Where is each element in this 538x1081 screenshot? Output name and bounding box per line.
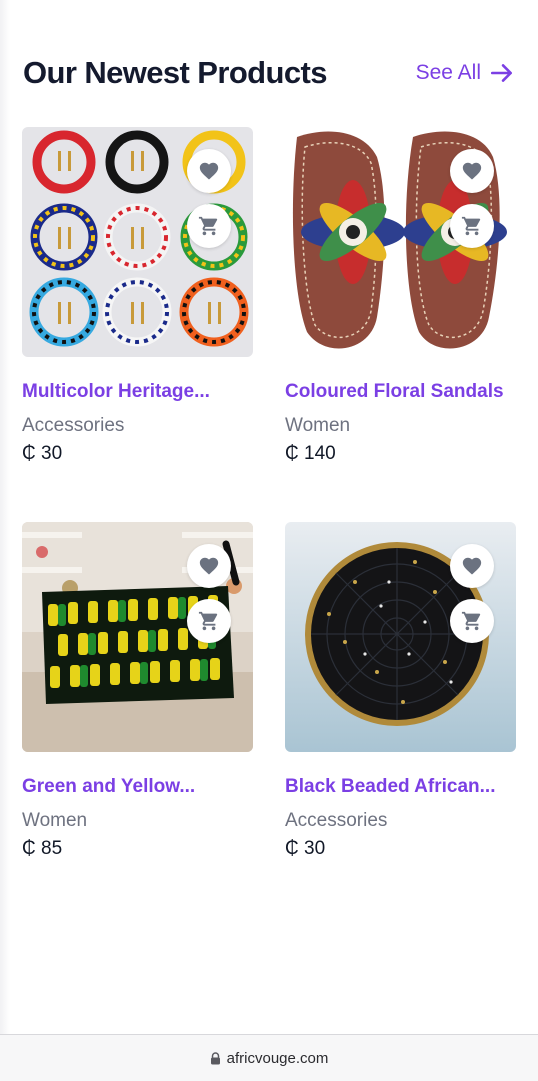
product-name[interactable]: Multicolor Heritage... bbox=[22, 381, 253, 403]
product-image-necklaces[interactable] bbox=[22, 127, 253, 357]
add-to-cart-button[interactable] bbox=[450, 204, 494, 248]
heart-icon bbox=[199, 557, 219, 575]
product-price: ₵ 30 bbox=[22, 443, 63, 464]
wishlist-button[interactable] bbox=[187, 149, 231, 193]
see-all-link[interactable]: See All bbox=[416, 60, 515, 86]
product-image-bowl[interactable] bbox=[285, 522, 516, 752]
heart-icon bbox=[462, 557, 482, 575]
url-text: africvouge.com bbox=[226, 1049, 329, 1067]
cart-icon bbox=[198, 611, 218, 631]
product-card[interactable]: Multicolor Heritage... Accessories ₵ 30 bbox=[22, 127, 253, 465]
heart-icon bbox=[199, 162, 219, 180]
heart-icon bbox=[462, 162, 482, 180]
cart-icon bbox=[198, 216, 218, 236]
product-card[interactable]: Coloured Floral Sandals Women ₵ 140 bbox=[285, 127, 516, 465]
product-category: Women bbox=[285, 415, 351, 436]
product-name[interactable]: Black Beaded African... bbox=[285, 776, 516, 798]
section-header: Our Newest Products See All bbox=[23, 50, 515, 96]
product-price: ₵ 30 bbox=[285, 838, 326, 859]
cart-icon bbox=[461, 611, 481, 631]
page: Our Newest Products See All Multicolor H… bbox=[0, 0, 538, 1034]
product-price: ₵ 85 bbox=[22, 838, 63, 859]
section-title: Our Newest Products bbox=[23, 55, 327, 90]
product-category: Accessories bbox=[285, 810, 388, 831]
see-all-label: See All bbox=[415, 61, 481, 84]
lock-icon bbox=[210, 1051, 220, 1064]
product-name[interactable]: Green and Yellow... bbox=[22, 776, 253, 798]
add-to-cart-button[interactable] bbox=[450, 599, 494, 643]
product-name[interactable]: Coloured Floral Sandals bbox=[285, 381, 516, 403]
product-image-clutch[interactable] bbox=[22, 522, 253, 752]
browser-url-bar[interactable]: africvouge.com bbox=[0, 1034, 538, 1081]
wishlist-button[interactable] bbox=[450, 544, 494, 588]
product-card[interactable]: Black Beaded African... Accessories ₵ 30 bbox=[285, 522, 516, 860]
product-image-sandals[interactable] bbox=[285, 127, 516, 357]
product-category: Accessories bbox=[22, 415, 125, 436]
add-to-cart-button[interactable] bbox=[187, 599, 231, 643]
product-price: ₵ 140 bbox=[285, 443, 336, 464]
product-card[interactable]: Green and Yellow... Women ₵ 85 bbox=[22, 522, 253, 860]
wishlist-button[interactable] bbox=[187, 544, 231, 588]
wishlist-button[interactable] bbox=[450, 149, 494, 193]
cart-icon bbox=[461, 216, 481, 236]
arrow-right-icon bbox=[490, 64, 512, 82]
product-category: Women bbox=[22, 810, 88, 831]
add-to-cart-button[interactable] bbox=[187, 204, 231, 248]
